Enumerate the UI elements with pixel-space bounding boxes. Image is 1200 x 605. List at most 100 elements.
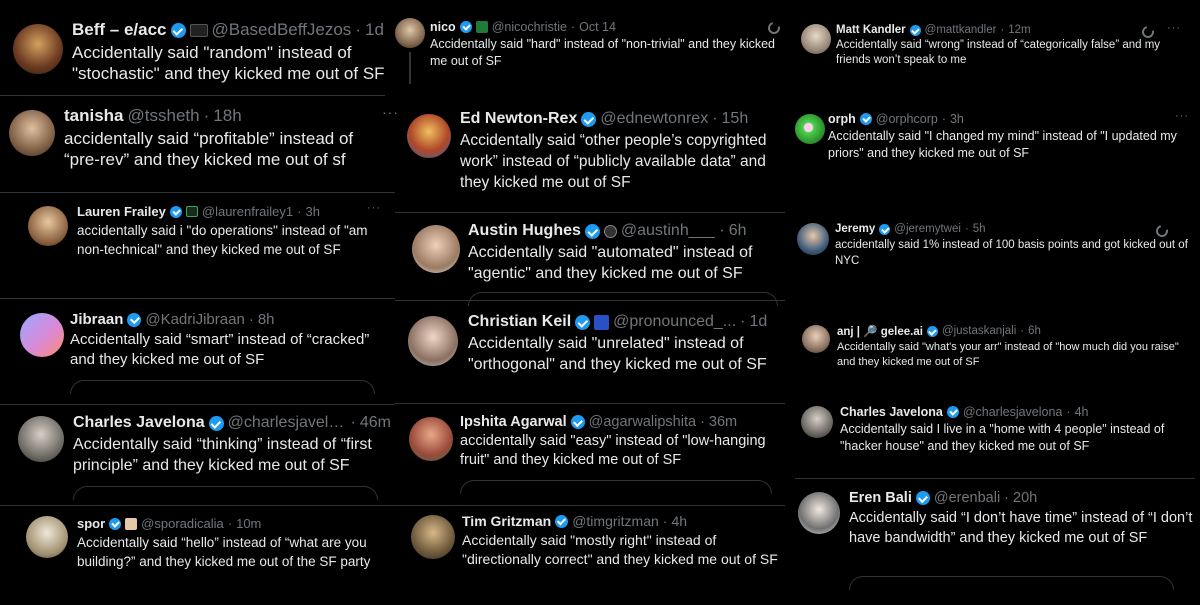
avatar[interactable] bbox=[801, 406, 833, 438]
handle[interactable]: @agarwalipshita bbox=[589, 414, 696, 430]
timestamp[interactable]: 46m bbox=[360, 414, 391, 432]
tweet-ed[interactable]: Ed Newton-Rex @ednewtonrex · 15h Acciden… bbox=[395, 100, 795, 212]
more-menu-icon[interactable]: ··· bbox=[1175, 110, 1189, 122]
avatar[interactable] bbox=[28, 206, 68, 246]
handle[interactable]: @charlesjavelona bbox=[963, 405, 1063, 419]
display-name[interactable]: Ipshita Agarwal bbox=[460, 414, 567, 430]
handle[interactable]: @KadriJibraan bbox=[145, 311, 244, 328]
handle[interactable]: @nicochristie bbox=[492, 20, 567, 34]
display-name[interactable]: anj | 🔎 gelee.ai bbox=[837, 324, 923, 338]
tweet-jeremy[interactable]: Jeremy @jeremytwei · 5h accidentally sai… bbox=[795, 215, 1200, 290]
tweet-ipshita[interactable]: Ipshita Agarwal @agarwalipshita · 36m ac… bbox=[395, 405, 795, 505]
handle[interactable]: @charlesjavelo... bbox=[228, 414, 347, 432]
display-name[interactable]: Matt Kandler bbox=[836, 24, 906, 36]
tweet-matt[interactable]: Matt Kandler @mattkandler · 12m Accident… bbox=[795, 0, 1200, 80]
avatar[interactable] bbox=[409, 417, 453, 461]
display-name[interactable]: Jibraan bbox=[70, 311, 123, 328]
timestamp[interactable]: 15h bbox=[722, 110, 749, 128]
tweet-spor[interactable]: spor @sporadicalia · 10m Accidentally sa… bbox=[0, 508, 395, 605]
tweet-orph[interactable]: orph @orphcorp · 3h Accidentally said "I… bbox=[795, 100, 1200, 190]
timestamp[interactable]: Oct 14 bbox=[579, 20, 616, 34]
timestamp[interactable]: 12m bbox=[1008, 24, 1030, 36]
timestamp[interactable]: 10m bbox=[236, 516, 261, 531]
tweet-anj[interactable]: anj | 🔎 gelee.ai @justaskanjali · 6h Acc… bbox=[795, 318, 1200, 393]
handle[interactable]: @justaskanjali bbox=[942, 325, 1016, 337]
handle[interactable]: @jeremytwei bbox=[894, 223, 961, 235]
tweet-nico[interactable]: nico @nicochristie · Oct 14 Accidentally… bbox=[395, 0, 795, 100]
avatar[interactable] bbox=[795, 114, 825, 144]
handle[interactable]: @orphcorp bbox=[876, 112, 938, 126]
timestamp[interactable]: 1d bbox=[365, 20, 384, 40]
display-name[interactable]: Jeremy bbox=[835, 223, 875, 235]
handle[interactable]: @laurenfrailey1 bbox=[202, 204, 293, 219]
avatar[interactable] bbox=[13, 24, 63, 74]
display-name[interactable]: Charles Javelona bbox=[840, 405, 943, 419]
display-name[interactable]: Ed Newton-Rex bbox=[460, 110, 577, 128]
more-menu-icon[interactable]: ··· bbox=[1167, 22, 1181, 34]
tweet-lauren[interactable]: Lauren Frailey @laurenfrailey1 · 3h acci… bbox=[10, 196, 395, 296]
display-name[interactable]: Beff – e/acc bbox=[72, 20, 167, 40]
avatar[interactable] bbox=[9, 110, 55, 156]
handle[interactable]: @austinh___ bbox=[621, 222, 716, 240]
avatar[interactable] bbox=[26, 516, 68, 558]
display-name[interactable]: Austin Hughes bbox=[468, 222, 581, 240]
handle[interactable]: @timgritzman bbox=[572, 513, 659, 529]
tweet-charles-2[interactable]: Charles Javelona @charlesjavelona · 4h A… bbox=[795, 398, 1200, 478]
tweet-beff[interactable]: Beff – e/acc @BasedBeffJezos · 1d Accide… bbox=[0, 0, 395, 95]
avatar[interactable] bbox=[20, 313, 64, 357]
display-name[interactable]: Eren Bali bbox=[849, 490, 912, 506]
avatar[interactable] bbox=[408, 316, 458, 366]
display-name[interactable]: Charles Javelona bbox=[73, 414, 205, 432]
timestamp[interactable]: 5h bbox=[973, 223, 986, 235]
handle[interactable]: @pronounced_... bbox=[613, 313, 736, 331]
verified-badge-icon bbox=[915, 491, 930, 505]
quoted-card[interactable] bbox=[70, 380, 375, 394]
handle[interactable]: @BasedBeffJezos bbox=[212, 20, 352, 40]
display-name[interactable]: Tim Gritzman bbox=[462, 513, 551, 529]
handle[interactable]: @sporadicalia bbox=[141, 516, 224, 531]
timestamp[interactable]: 4h bbox=[1075, 405, 1089, 419]
handle[interactable]: @erenbali bbox=[934, 490, 1000, 506]
timestamp[interactable]: 36m bbox=[709, 414, 737, 430]
display-name[interactable]: Lauren Frailey bbox=[77, 204, 166, 219]
tweet-christian[interactable]: Christian Keil @pronounced_... · 1d Acci… bbox=[395, 302, 795, 402]
timestamp[interactable]: 3h bbox=[305, 204, 319, 219]
handle[interactable]: @tssheth bbox=[128, 106, 200, 126]
quoted-card[interactable] bbox=[460, 480, 772, 494]
avatar[interactable] bbox=[395, 18, 425, 48]
tweet-tanisha[interactable]: tanisha @tssheth · 18h accidentally said… bbox=[0, 98, 398, 188]
avatar[interactable] bbox=[407, 114, 451, 158]
timestamp[interactable]: 20h bbox=[1013, 490, 1037, 506]
quoted-card[interactable] bbox=[849, 576, 1174, 590]
tweet-charles-1[interactable]: Charles Javelona @charlesjavelo... · 46m… bbox=[0, 406, 395, 504]
tweet-tim[interactable]: Tim Gritzman @timgritzman · 4h Accidenta… bbox=[395, 507, 795, 605]
avatar[interactable] bbox=[802, 325, 830, 353]
handle[interactable]: @ednewtonrex bbox=[600, 110, 708, 128]
avatar[interactable] bbox=[797, 223, 829, 255]
tweet-jibraan[interactable]: Jibraan @KadriJibraan · 8h Accidentally … bbox=[0, 303, 395, 403]
more-menu-icon[interactable]: ··· bbox=[367, 202, 381, 214]
avatar[interactable] bbox=[798, 492, 840, 534]
display-name[interactable]: Christian Keil bbox=[468, 313, 571, 331]
tweet-austin[interactable]: Austin Hughes @austinh___ · 6h Accidenta… bbox=[395, 214, 795, 306]
display-name[interactable]: nico bbox=[430, 20, 456, 34]
tweet-eren[interactable]: Eren Bali @erenbali · 20h Accidentally s… bbox=[795, 482, 1200, 605]
display-name[interactable]: orph bbox=[828, 112, 856, 126]
quoted-card[interactable] bbox=[73, 486, 378, 500]
avatar[interactable] bbox=[411, 515, 455, 559]
timestamp[interactable]: 3h bbox=[950, 112, 964, 126]
timestamp[interactable]: 18h bbox=[213, 106, 241, 126]
timestamp[interactable]: 4h bbox=[671, 513, 687, 529]
avatar[interactable] bbox=[18, 416, 64, 462]
handle[interactable]: @mattkandler bbox=[925, 24, 997, 36]
timestamp[interactable]: 8h bbox=[258, 311, 275, 328]
timestamp[interactable]: 1d bbox=[749, 313, 767, 331]
timestamp[interactable]: 6h bbox=[1028, 325, 1041, 337]
avatar[interactable] bbox=[801, 24, 831, 54]
timestamp[interactable]: 6h bbox=[729, 222, 747, 240]
display-name[interactable]: tanisha bbox=[64, 106, 124, 126]
avatar[interactable] bbox=[412, 225, 460, 273]
display-name[interactable]: spor bbox=[77, 516, 105, 531]
verified-badge-icon bbox=[208, 415, 224, 431]
separator-dot: · bbox=[350, 414, 356, 431]
